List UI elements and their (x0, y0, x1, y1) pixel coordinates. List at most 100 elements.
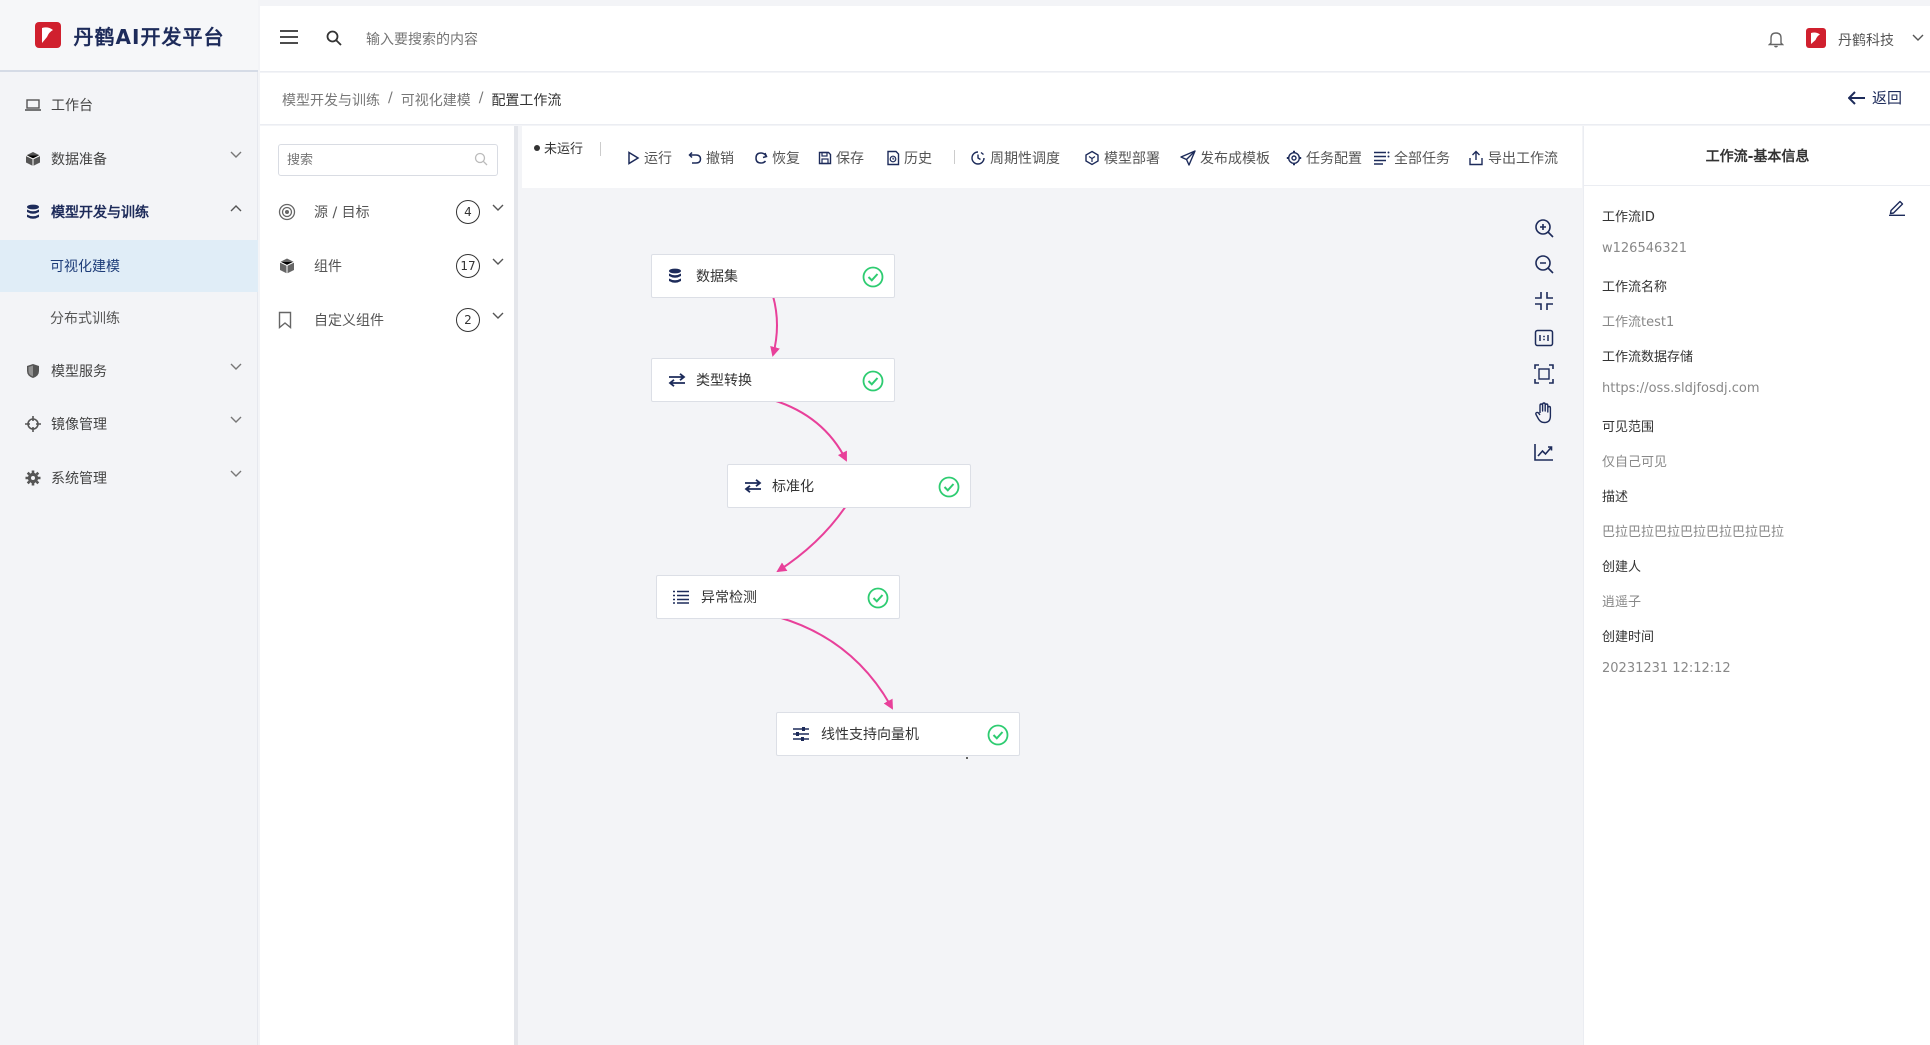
chevron-down-icon[interactable] (492, 204, 504, 212)
chevron-down-icon (230, 151, 242, 158)
crosshair-icon (24, 415, 42, 433)
count-badge: 4 (456, 200, 480, 224)
sidebar-subitem-distributed-training[interactable]: 分布式训练 (0, 292, 258, 344)
field-value: 20231231 12:12:12 (1602, 661, 1731, 676)
breadcrumb-current: 配置工作流 (491, 93, 562, 109)
sidebar-item-label: 模型开发与训练 (51, 205, 149, 221)
redo-button[interactable]: 恢复 (754, 148, 800, 168)
export-icon (1469, 150, 1483, 166)
arrow-left-icon (1848, 90, 1865, 105)
run-button[interactable]: 运行 (626, 148, 672, 168)
field-value: https://oss.sldjfosdj.com (1602, 381, 1760, 396)
breadcrumb-separator: / (388, 90, 393, 106)
chart-icon (1534, 444, 1553, 461)
component-panel: 源 / 目标 4 组件 17 自定义组件 2 (260, 126, 518, 1045)
category-custom-components[interactable]: 自定义组件 2 (278, 302, 510, 338)
search-icon[interactable] (326, 30, 342, 46)
chevron-down-icon (230, 470, 242, 477)
brand-title: 丹鹤AI开发平台 (73, 24, 225, 49)
play-icon (628, 151, 640, 165)
workflow-node-standardization[interactable]: 标准化 (727, 464, 971, 508)
node-label: 数据集 (696, 269, 738, 285)
workflow-node-anomaly-detection[interactable]: 异常检测 (656, 575, 900, 619)
chevron-down-icon[interactable] (492, 312, 504, 320)
node-label: 线性支持向量机 (821, 727, 919, 743)
search-icon (474, 152, 488, 166)
list-icon (673, 588, 691, 606)
toolbar-label: 撤销 (706, 151, 734, 167)
all-tasks-button[interactable]: 全部任务 (1374, 148, 1450, 168)
actual-size-button[interactable] (1532, 326, 1556, 350)
sidebar: 丹鹤AI开发平台 工作台 数据准备 模型开发与训练 可视化建模 分布式训练 模型… (0, 0, 258, 1045)
zoom-out-button[interactable] (1532, 252, 1556, 276)
fit-view-button[interactable] (1532, 289, 1556, 313)
history-icon (887, 150, 900, 166)
chevron-down-icon (230, 416, 242, 423)
category-components[interactable]: 组件 17 (278, 248, 510, 284)
sidebar-item-model-dev[interactable]: 模型开发与训练 (0, 187, 258, 237)
category-label: 自定义组件 (314, 313, 384, 329)
sidebar-item-image-mgmt[interactable]: 镜像管理 (0, 399, 258, 449)
sidebar-item-workbench[interactable]: 工作台 (0, 80, 258, 130)
breadcrumb-item[interactable]: 模型开发与训练 (282, 90, 380, 110)
zoom-in-button[interactable] (1532, 216, 1556, 240)
sidebar-item-data-prep[interactable]: 数据准备 (0, 134, 258, 184)
schedule-button[interactable]: 周期性调度 (970, 148, 1060, 168)
sidebar-subitem-label: 分布式训练 (50, 311, 120, 327)
sidebar-item-system-mgmt[interactable]: 系统管理 (0, 453, 258, 503)
count-badge: 17 (456, 254, 480, 278)
user-avatar[interactable] (1806, 28, 1826, 48)
sidebar-item-label: 镜像管理 (51, 417, 107, 433)
workflow-node-linear-svm[interactable]: 线性支持向量机 (776, 712, 1020, 756)
frame-icon (1534, 364, 1554, 384)
user-name[interactable]: 丹鹤科技 (1838, 30, 1894, 50)
count-badge: 2 (456, 308, 480, 332)
actual-size-icon (1534, 329, 1554, 347)
sidebar-item-label: 工作台 (51, 98, 93, 114)
schedule-icon (971, 151, 985, 165)
success-check-icon (867, 587, 889, 609)
workflow-node-type-conversion[interactable]: 类型转换 (651, 358, 895, 402)
zoom-out-icon (1535, 255, 1554, 274)
back-button[interactable]: 返回 (1848, 87, 1902, 108)
deploy-button[interactable]: 模型部署 (1084, 148, 1160, 168)
sidebar-subitem-label: 可视化建模 (50, 259, 120, 275)
chevron-down-icon[interactable] (492, 258, 504, 266)
pan-hand-button[interactable] (1532, 401, 1556, 425)
edit-icon[interactable] (1888, 198, 1906, 216)
workflow-canvas[interactable]: 数据集 类型转换 标准化 异常检测 线性支持向量机 (522, 188, 1582, 1045)
chart-view-button[interactable] (1532, 440, 1556, 464)
breadcrumb-item[interactable]: 可视化建模 (401, 90, 471, 110)
component-search-input[interactable] (278, 144, 498, 176)
category-source-target[interactable]: 源 / 目标 4 (278, 194, 510, 230)
sidebar-subitem-visual-modeling[interactable]: 可视化建模 (0, 240, 258, 292)
sidebar-item-model-service[interactable]: 模型服务 (0, 346, 258, 396)
workflow-info-panel: 工作流-基本信息 工作流ID w126546321 工作流名称 工作流test1… (1583, 126, 1930, 1045)
zoom-in-icon (1535, 219, 1554, 238)
brand-logo[interactable]: 丹鹤AI开发平台 (0, 0, 258, 72)
field-label: 创建时间 (1602, 630, 1655, 645)
edge (776, 505, 847, 573)
list-icon (1374, 151, 1390, 165)
swap-icon (668, 371, 686, 389)
workflow-node-dataset[interactable]: 数据集 (651, 254, 895, 298)
send-icon (1180, 150, 1196, 166)
category-label: 源 / 目标 (314, 205, 370, 221)
global-search-input[interactable] (366, 28, 666, 52)
menu-toggle-icon[interactable] (280, 30, 298, 44)
field-label: 可见范围 (1602, 420, 1655, 435)
undo-button[interactable]: 撤销 (688, 148, 734, 168)
chevron-down-icon[interactable] (1912, 34, 1924, 42)
notification-bell-icon[interactable] (1768, 30, 1784, 48)
publish-template-button[interactable]: 发布成模板 (1180, 148, 1270, 168)
save-button[interactable]: 保存 (818, 148, 864, 168)
field-label: 工作流ID (1602, 210, 1655, 225)
task-config-button[interactable]: 任务配置 (1286, 148, 1362, 168)
undo-icon (688, 151, 702, 164)
brand-logo-icon (34, 22, 61, 48)
export-workflow-button[interactable]: 导出工作流 (1468, 148, 1558, 168)
hand-icon (1535, 402, 1552, 424)
frame-select-button[interactable] (1532, 362, 1556, 386)
history-button[interactable]: 历史 (886, 148, 932, 168)
edge (772, 399, 847, 462)
